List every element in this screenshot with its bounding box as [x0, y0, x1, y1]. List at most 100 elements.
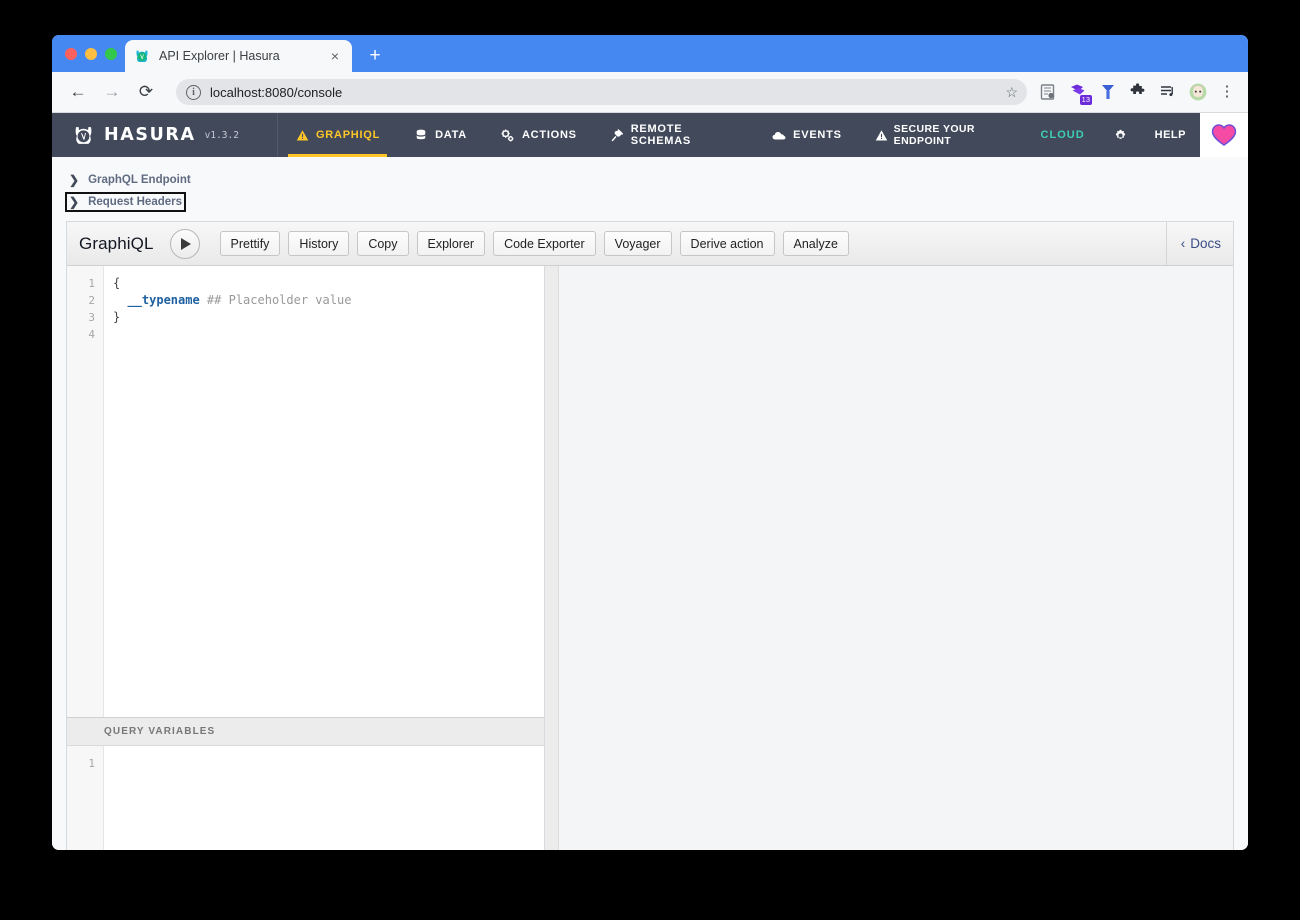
copy-button[interactable]: Copy	[357, 231, 409, 256]
help-label: HELP	[1154, 129, 1186, 141]
playlist-icon[interactable]	[1159, 83, 1177, 101]
result-pane	[559, 266, 1233, 850]
browser-tab[interactable]: API Explorer | Hasura ×	[125, 40, 352, 72]
new-tab-button[interactable]: +	[362, 43, 388, 69]
pane-drag-handle[interactable]	[545, 266, 559, 850]
cloud-link[interactable]: CLOUD	[1025, 113, 1101, 157]
endpoint-collapsers: ❯ GraphQL Endpoint ❯ Request Headers	[52, 171, 1248, 215]
nav-item-actions[interactable]: ACTIONS	[484, 113, 594, 157]
yandex-icon[interactable]	[1099, 83, 1117, 101]
docs-toggle[interactable]: ‹ Docs	[1165, 222, 1221, 265]
cloud-label: CLOUD	[1040, 129, 1085, 141]
hasura-nav-right: SECURE YOUR ENDPOINT CLOUD HELP	[859, 113, 1248, 157]
cloud-icon	[772, 128, 786, 142]
line-number: 3	[88, 311, 95, 324]
nav-item-remote-schemas-label: REMOTE SCHEMAS	[630, 123, 691, 147]
play-icon	[181, 237, 192, 250]
graphql-endpoint-collapser[interactable]: ❯ GraphQL Endpoint	[66, 171, 194, 189]
profile-avatar[interactable]	[1189, 83, 1207, 101]
forward-arrow-icon[interactable]: →	[98, 78, 126, 106]
editor-column: 1234 { __typename ## Placeholder value} …	[67, 266, 545, 850]
secure-endpoint-label: SECURE YOUR ENDPOINT	[893, 123, 975, 147]
database-icon	[414, 128, 428, 142]
browser-tab-strip: API Explorer | Hasura × +	[52, 35, 1248, 72]
line-number: 2	[88, 294, 95, 307]
query-editor-content[interactable]: { __typename ## Placeholder value}	[104, 266, 544, 717]
query-variables-editor[interactable]: 1	[67, 746, 544, 850]
reader-icon[interactable]	[1039, 83, 1057, 101]
hasura-logo-icon	[75, 126, 92, 144]
graphiql-panel: GraphiQL Prettify History Copy Explorer …	[66, 221, 1234, 850]
help-link[interactable]: HELP	[1141, 113, 1200, 157]
window-close-button[interactable]	[65, 48, 77, 60]
extension-icons: 13	[1039, 83, 1207, 105]
hasura-nav-items: GRAPHIQL DATA ACTIONS REMOTE SCHEMAS EVE…	[278, 113, 1248, 157]
address-bar-text: localhost:8080/console	[210, 84, 343, 100]
query-editor[interactable]: 1 2 3 4 { __typename ## Placeholder value}	[67, 266, 544, 717]
explorer-button[interactable]: Explorer	[416, 231, 486, 256]
nav-item-actions-label: ACTIONS	[521, 129, 577, 141]
execute-query-button[interactable]	[169, 228, 200, 259]
pocket-icon[interactable]: 13	[1069, 83, 1092, 105]
settings-button[interactable]	[1101, 113, 1141, 157]
gear-icon	[1114, 128, 1128, 142]
reload-icon[interactable]: ⟳	[132, 78, 160, 106]
plug-icon	[611, 128, 624, 142]
hasura-version: v1.3.2	[204, 129, 239, 141]
line-number: 4	[88, 328, 95, 341]
browser-tab-title: API Explorer | Hasura	[159, 49, 280, 63]
nav-item-remote-schemas[interactable]: REMOTE SCHEMAS	[594, 113, 755, 157]
puzzle-extensions-icon[interactable]	[1129, 83, 1147, 101]
window-minimize-button[interactable]	[85, 48, 97, 60]
secure-endpoint-warning[interactable]: SECURE YOUR ENDPOINT	[859, 113, 1025, 157]
query-editor-gutter: 1 2 3 4	[67, 266, 104, 717]
graphiql-toolbar: GraphiQL Prettify History Copy Explorer …	[67, 222, 1233, 266]
query-variables-content[interactable]	[104, 746, 544, 850]
nav-item-data-label: DATA	[435, 129, 467, 141]
site-info-icon[interactable]: i	[186, 84, 201, 100]
derive-action-button[interactable]: Derive action	[679, 231, 775, 256]
prettify-button[interactable]: Prettify	[219, 231, 281, 256]
code-exporter-button[interactable]: Code Exporter	[493, 231, 596, 256]
address-bar[interactable]: i localhost:8080/console ☆	[176, 79, 1027, 105]
browser-window: API Explorer | Hasura × + ← → ⟳ i localh…	[52, 35, 1248, 850]
query-variables-gutter: 1	[67, 746, 104, 850]
window-maximize-button[interactable]	[105, 48, 117, 60]
warning-triangle-icon	[295, 128, 309, 142]
nav-item-data[interactable]: DATA	[397, 113, 484, 157]
graphql-endpoint-label: GraphQL Endpoint	[88, 174, 191, 186]
nav-item-graphiql-label: GRAPHIQL	[316, 129, 381, 141]
graphiql-toolbar-buttons: Prettify History Copy Explorer Code Expo…	[219, 231, 849, 256]
code-token: __typename	[127, 293, 200, 307]
voyager-button[interactable]: Voyager	[603, 231, 672, 256]
bookmark-star-icon[interactable]: ☆	[1005, 83, 1018, 101]
hasura-brand[interactable]: HASURA v1.3.2	[52, 113, 278, 157]
line-number: 1	[88, 757, 95, 770]
chevron-right-icon: ❯	[69, 173, 80, 187]
console-page-body: ❯ GraphQL Endpoint ❯ Request Headers Gra…	[52, 157, 1248, 850]
hasura-wordmark: HASURA	[104, 125, 196, 145]
gears-icon	[501, 128, 515, 142]
chevron-right-icon: ❯	[69, 195, 80, 209]
browser-toolbar: ← → ⟳ i localhost:8080/console ☆ 13 ⋮	[52, 72, 1248, 113]
hasura-favicon	[136, 50, 148, 62]
back-arrow-icon[interactable]: ←	[64, 78, 92, 106]
code-line: {	[113, 275, 544, 292]
browser-menu-icon[interactable]: ⋮	[1218, 84, 1236, 99]
love-hasura-button[interactable]	[1200, 113, 1248, 157]
analyze-button[interactable]: Analyze	[782, 231, 849, 256]
code-token: }	[113, 310, 121, 324]
code-token: {	[113, 276, 121, 290]
history-button[interactable]: History	[288, 231, 350, 256]
request-headers-collapser[interactable]: ❯ Request Headers	[64, 192, 187, 212]
pocket-badge: 13	[1079, 95, 1092, 105]
code-line: }	[113, 309, 544, 326]
tab-close-icon[interactable]: ×	[327, 48, 343, 64]
nav-item-events[interactable]: EVENTS	[755, 113, 859, 157]
nav-item-graphiql[interactable]: GRAPHIQL	[278, 113, 397, 157]
query-variables-header[interactable]: QUERY VARIABLES	[67, 717, 544, 746]
graphiql-title: GraphiQL	[79, 233, 154, 253]
